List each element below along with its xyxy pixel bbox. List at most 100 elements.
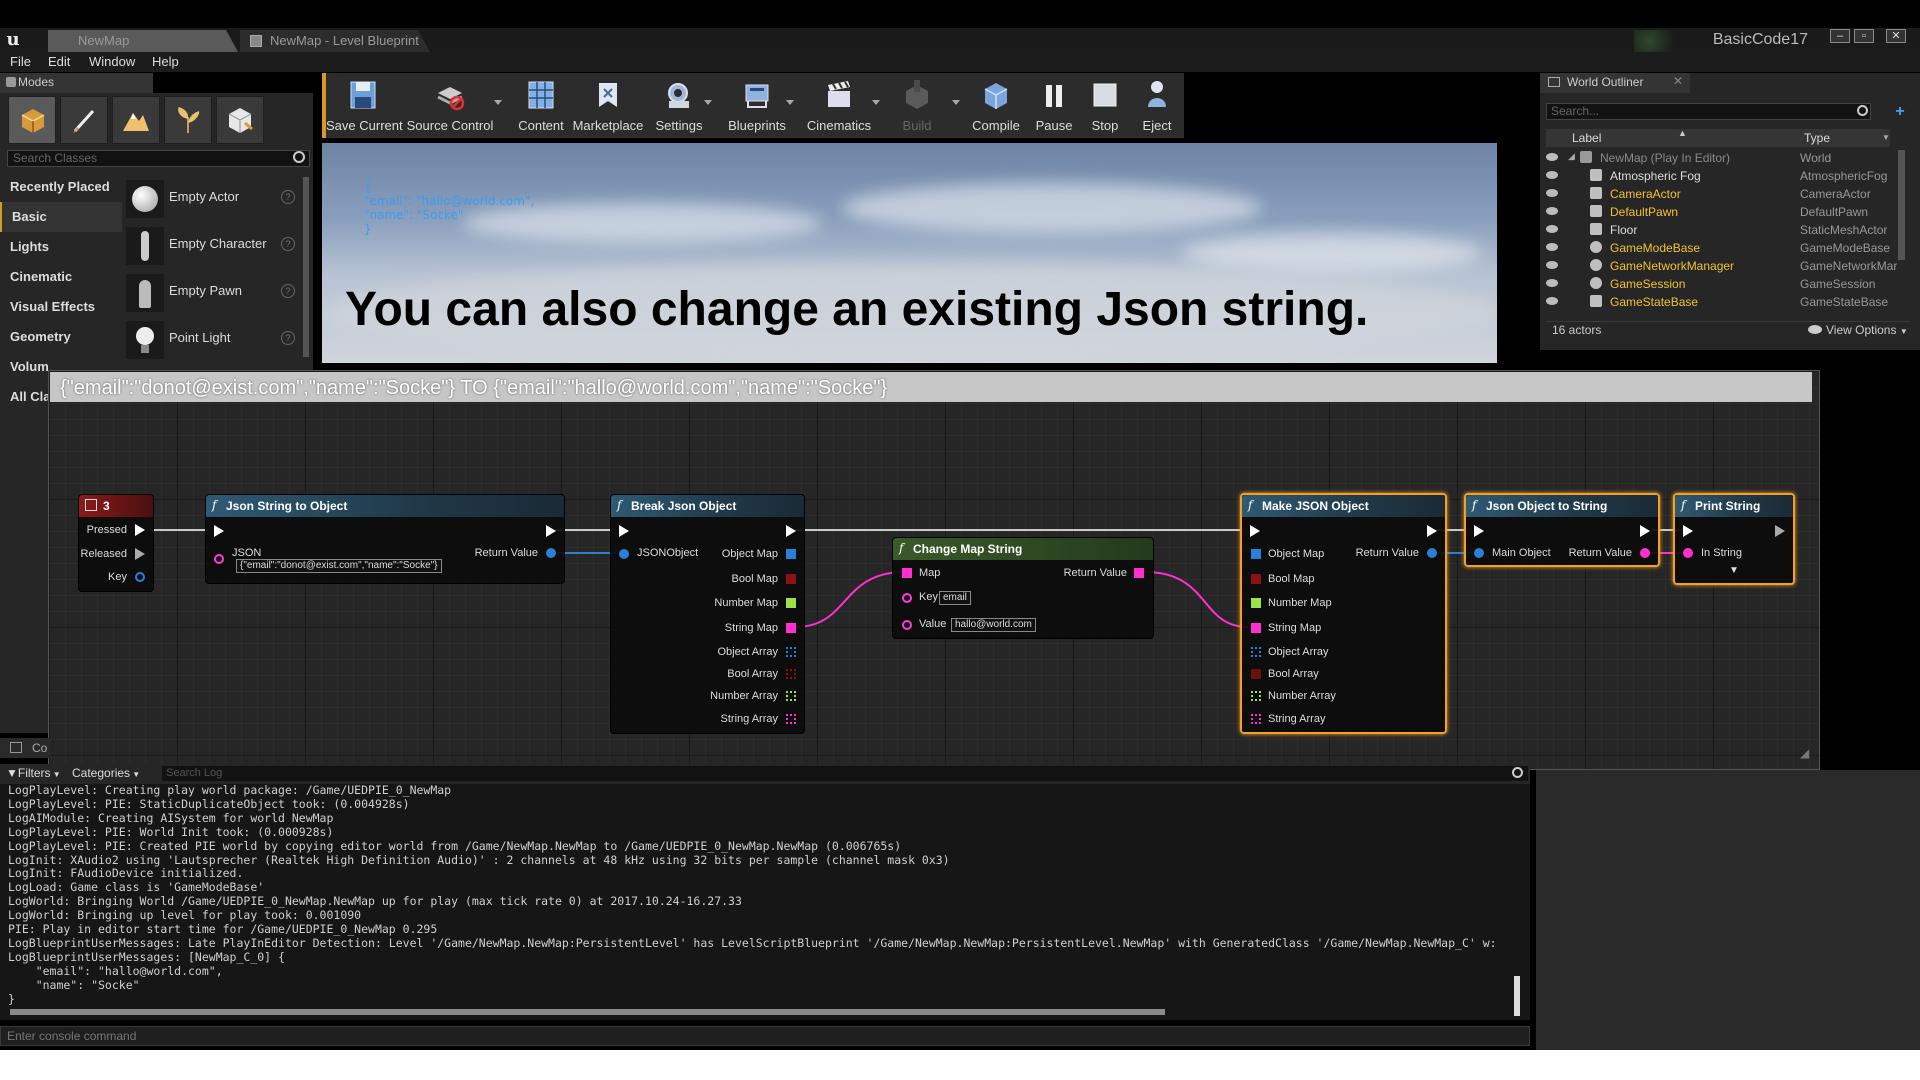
- node-title: Break Json Object: [631, 499, 737, 513]
- pin-label: Bool Array: [727, 668, 778, 680]
- function-icon: f: [1472, 498, 1477, 512]
- return-object-pin[interactable]: [546, 548, 556, 558]
- pin-label: Key: [108, 571, 127, 583]
- pin-label: Map: [919, 567, 941, 579]
- json-string-pin[interactable]: [214, 554, 224, 564]
- log-horizontal-scrollbar[interactable]: [10, 1009, 1165, 1015]
- json-object-to-string-node[interactable]: f Json Object to String Main Object Retu…: [1464, 493, 1660, 567]
- key-pin[interactable]: [902, 593, 912, 603]
- pin-label: Main Object: [1492, 547, 1551, 559]
- node-header: f Json Object to String: [1466, 495, 1658, 517]
- exec-in-pin[interactable]: [214, 525, 224, 537]
- search-log-input[interactable]: Search Log: [162, 766, 1528, 781]
- value-input-field[interactable]: hallo@world.com: [951, 618, 1036, 632]
- function-icon: f: [1248, 498, 1253, 512]
- change-map-string-node[interactable]: f Change Map String Map Return Value Key…: [892, 537, 1154, 639]
- json-object-in-pin[interactable]: [619, 549, 629, 559]
- return-string-pin[interactable]: [1640, 548, 1650, 558]
- node-title: Make JSON Object: [1262, 499, 1369, 513]
- in-string-pin[interactable]: [1683, 548, 1693, 558]
- node-title: Print String: [1695, 499, 1761, 513]
- number-map-pin[interactable]: [786, 598, 796, 608]
- map-wire: [1144, 571, 1249, 628]
- output-log-tab-label: Co: [32, 741, 48, 755]
- exec-in-pin[interactable]: [1683, 525, 1693, 537]
- chevron-down-icon: ▼: [130, 770, 141, 779]
- pin-label: String Map: [1268, 622, 1322, 634]
- return-object-pin[interactable]: [1427, 548, 1437, 558]
- node-title: 3: [103, 499, 110, 513]
- map-out-pin[interactable]: [1134, 568, 1144, 578]
- search-icon: [1512, 767, 1523, 778]
- string-array-pin[interactable]: [1251, 714, 1261, 724]
- key-struct-pin[interactable]: [135, 572, 145, 582]
- exec-out-pin[interactable]: [546, 525, 556, 537]
- key-input-field[interactable]: email: [939, 591, 971, 605]
- taskbar-area: [0, 1050, 1920, 1080]
- log-vertical-scrollbar[interactable]: [1514, 976, 1520, 1016]
- map-in-pin[interactable]: [902, 568, 912, 578]
- object-map-pin[interactable]: [786, 549, 796, 559]
- value-pin[interactable]: [902, 620, 912, 630]
- exec-out-pin[interactable]: [135, 548, 145, 560]
- function-icon: f: [899, 541, 904, 555]
- exec-out-pin[interactable]: [1427, 525, 1437, 537]
- node-title: Change Map String: [913, 542, 1023, 556]
- print-string-node[interactable]: f Print String In String ▼: [1673, 493, 1795, 585]
- pin-label: Return Value: [1568, 547, 1632, 559]
- number-array-pin[interactable]: [1251, 691, 1261, 701]
- number-map-pin[interactable]: [1251, 598, 1261, 608]
- bool-map-pin[interactable]: [1251, 574, 1261, 584]
- pin-label: Return Value: [474, 547, 538, 559]
- exec-in-pin[interactable]: [1250, 525, 1260, 537]
- make-json-object-node[interactable]: f Make JSON Object Return Value Object M…: [1240, 493, 1447, 734]
- object-map-pin[interactable]: [1251, 549, 1261, 559]
- break-json-object-node[interactable]: f Break Json Object JSONObject Object Ma…: [610, 494, 805, 734]
- exec-out-pin[interactable]: [786, 525, 796, 537]
- filters-button[interactable]: ▼Filters ▼: [6, 766, 61, 780]
- pin-label: String Map: [724, 622, 778, 634]
- key-event-node[interactable]: 3 Pressed Released Key: [78, 494, 154, 592]
- exec-in-pin[interactable]: [619, 525, 629, 537]
- node-title: Json Object to String: [1486, 499, 1608, 513]
- pin-label: Bool Map: [731, 573, 778, 585]
- exec-out-pin[interactable]: [1775, 525, 1785, 537]
- map-wire: [794, 571, 906, 628]
- pin-label: Number Map: [714, 597, 778, 609]
- exec-out-pin[interactable]: [1640, 525, 1650, 537]
- object-array-pin[interactable]: [786, 647, 796, 657]
- pin-label: Return Value: [1355, 547, 1419, 559]
- categories-button[interactable]: Categories ▼: [72, 766, 140, 780]
- json-input-field[interactable]: {"email":"donot@exist.com","name":"Socke…: [236, 559, 442, 573]
- bool-array-pin[interactable]: [786, 669, 796, 679]
- bool-array-pin[interactable]: [1251, 669, 1261, 679]
- pin-label: Return Value: [1063, 567, 1127, 579]
- string-map-pin[interactable]: [786, 623, 796, 633]
- advanced-expand-icon[interactable]: ▼: [1729, 565, 1739, 576]
- pin-label: Number Array: [1268, 690, 1336, 702]
- funnel-icon: ▼: [6, 766, 18, 780]
- node-header: f Print String: [1675, 495, 1793, 517]
- pin-label: String Array: [720, 713, 778, 725]
- function-icon: f: [212, 498, 217, 512]
- string-map-pin[interactable]: [1251, 623, 1261, 633]
- console-command-input[interactable]: Enter console command: [0, 1026, 1530, 1046]
- pin-label: Bool Map: [1268, 573, 1315, 585]
- node-title: Json String to Object: [226, 499, 348, 513]
- string-array-pin[interactable]: [786, 714, 796, 724]
- resize-grip-icon[interactable]: ◢: [1800, 746, 1809, 760]
- categories-label: Categories: [72, 766, 131, 780]
- pin-label: Pressed: [86, 524, 127, 536]
- exec-out-pin[interactable]: [135, 524, 145, 536]
- number-array-pin[interactable]: [786, 691, 796, 701]
- pin-label: Object Array: [717, 646, 778, 658]
- details-panel-area: [1536, 770, 1920, 1050]
- pin-label: String Array: [1268, 713, 1326, 725]
- pin-label: JSONObject: [637, 547, 699, 559]
- pin-label: Released: [80, 548, 127, 560]
- main-object-pin[interactable]: [1474, 548, 1484, 558]
- bool-map-pin[interactable]: [786, 574, 796, 584]
- object-array-pin[interactable]: [1251, 647, 1261, 657]
- json-string-to-object-node[interactable]: f Json String to Object JSON {"email":"d…: [205, 494, 565, 584]
- exec-in-pin[interactable]: [1474, 525, 1484, 537]
